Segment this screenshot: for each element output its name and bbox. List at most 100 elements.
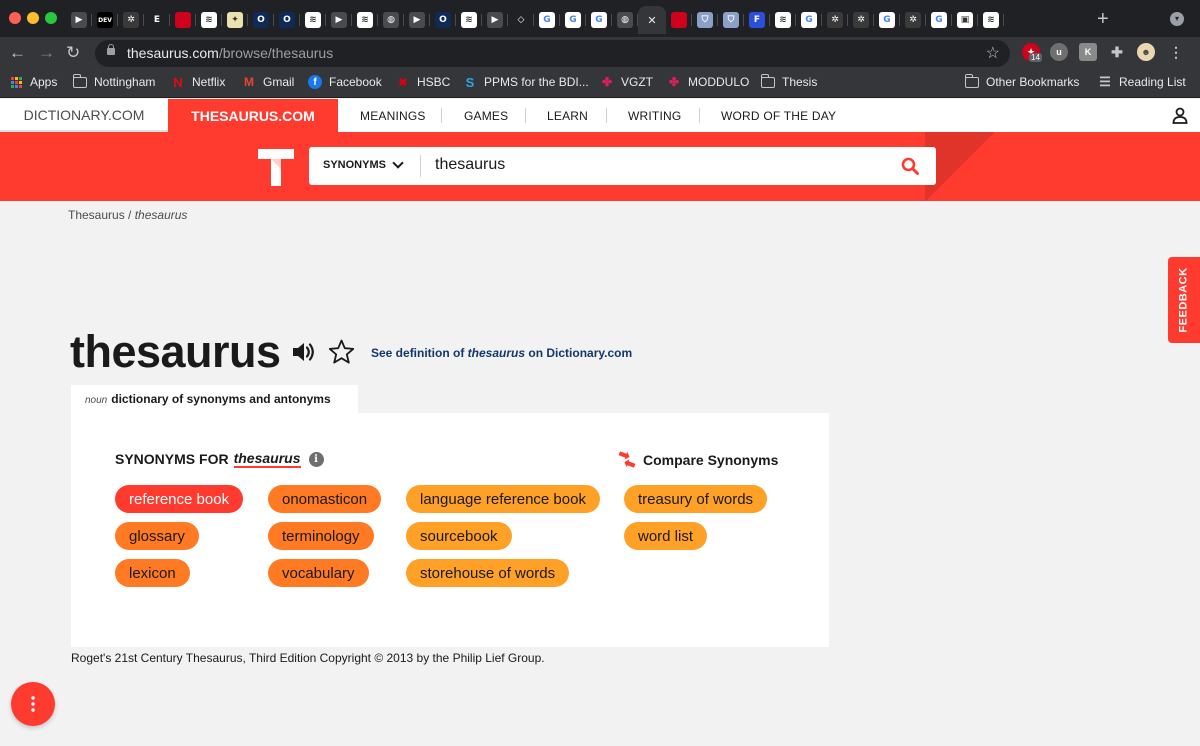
browser-tab[interactable]: G	[874, 6, 900, 34]
reading-list[interactable]: ☰ Reading List	[1098, 74, 1186, 89]
synonym-chip[interactable]: reference book	[115, 485, 244, 513]
bookmark-vgzt[interactable]: ✤ VGZT	[600, 75, 653, 89]
minimize-window-button[interactable]	[27, 12, 39, 24]
reload-icon[interactable]: ↻	[66, 43, 80, 63]
extensions-puzzle-icon[interactable]: ✚	[1108, 43, 1126, 61]
bookmark-thesis[interactable]: Thesis	[760, 73, 817, 89]
bookmark-gmail[interactable]: M Gmail	[242, 75, 294, 89]
browser-tab[interactable]: G	[926, 6, 952, 34]
back-icon[interactable]: ←	[9, 43, 26, 63]
browser-tab[interactable]: G	[534, 6, 560, 34]
feedback-button[interactable]: FEEDBACK	[1168, 257, 1200, 343]
synonym-chip[interactable]: sourcebook	[406, 522, 512, 550]
synonym-chip[interactable]: vocabulary	[268, 559, 369, 587]
synonym-chip[interactable]: storehouse of words	[406, 559, 570, 587]
nav-learn-link[interactable]: LEARN	[547, 109, 588, 123]
search-input[interactable]	[435, 156, 885, 174]
browser-tab[interactable]: ⛉	[692, 6, 718, 34]
bookmark-nottingham[interactable]: Nottingham	[72, 73, 155, 89]
browser-tab[interactable]: G	[560, 6, 586, 34]
browser-tab[interactable]: ✦	[222, 6, 248, 34]
browser-tab[interactable]	[170, 6, 196, 34]
bookmark-apps[interactable]: Apps	[9, 75, 57, 89]
more-options-button[interactable]	[11, 682, 55, 726]
nav-games-link[interactable]: GAMES	[464, 109, 508, 123]
search-icon[interactable]	[901, 157, 919, 175]
synonym-chip[interactable]: word list	[624, 522, 708, 550]
browser-tab[interactable]: F	[744, 6, 770, 34]
browser-tab[interactable]: DEV	[92, 6, 118, 34]
synonym-chip[interactable]: onomasticon	[268, 485, 382, 513]
play-icon: ▶	[331, 12, 347, 28]
synonym-chip[interactable]: terminology	[268, 522, 374, 550]
see-definition-word: thesaurus	[467, 346, 526, 360]
close-window-button[interactable]	[9, 12, 21, 24]
definition-tab[interactable]: noun dictionary of synonyms and antonyms	[71, 385, 358, 413]
browser-tab[interactable]: ⛉	[718, 6, 744, 34]
bookmark-ppms[interactable]: S PPMS for the BDI...	[463, 75, 589, 90]
browser-tab[interactable]: ≋	[300, 6, 326, 34]
browser-tab[interactable]: ▶	[404, 6, 430, 34]
browser-tab[interactable]: ✲	[118, 6, 144, 34]
browser-tab[interactable]: ≋	[456, 6, 482, 34]
browser-tab[interactable]: ≋	[978, 6, 1004, 34]
browser-tab[interactable]: E	[144, 6, 170, 34]
compare-synonyms-button[interactable]: Compare Synonyms	[617, 451, 778, 468]
browser-tab-active[interactable]: ✕	[638, 6, 666, 34]
bookmark-hsbc[interactable]: ✖ HSBC	[396, 75, 450, 89]
user-account-icon[interactable]	[1172, 107, 1188, 124]
info-icon[interactable]: i	[308, 451, 324, 467]
synonym-chip[interactable]: glossary	[115, 522, 199, 550]
browser-tab[interactable]: O	[274, 6, 300, 34]
browser-tab[interactable]: ▶	[326, 6, 352, 34]
nav-word-of-the-day-link[interactable]: WORD OF THE DAY	[721, 109, 836, 123]
nav-thesaurus-link[interactable]: THESAURUS.COM	[168, 99, 338, 132]
bookmark-moddulo[interactable]: ✤ MODDULO	[667, 75, 749, 89]
browser-tab[interactable]: ≋	[196, 6, 222, 34]
bookmark-facebook[interactable]: f Facebook	[308, 75, 382, 89]
browser-tab[interactable]: ✲	[900, 6, 926, 34]
new-tab-button[interactable]: +	[1097, 9, 1109, 29]
browser-tab[interactable]: ▣	[952, 6, 978, 34]
favorite-star-icon[interactable]	[328, 339, 355, 365]
see-definition-link[interactable]: See definition of thesaurus on Dictionar…	[371, 346, 632, 360]
lock-icon[interactable]	[107, 44, 115, 55]
browser-tab[interactable]: ✲	[848, 6, 874, 34]
browser-tab[interactable]: G	[796, 6, 822, 34]
browser-tab[interactable]: ◍	[378, 6, 404, 34]
extension-u-icon[interactable]: u	[1050, 43, 1068, 61]
browser-tab[interactable]: ≋	[770, 6, 796, 34]
close-icon[interactable]: ✕	[644, 12, 660, 28]
url-text[interactable]: thesaurus.com/browse/thesaurus	[127, 45, 333, 61]
maximize-window-button[interactable]	[45, 12, 57, 24]
browser-tab[interactable]: ≋	[352, 6, 378, 34]
browser-tab[interactable]: ▶	[66, 6, 92, 34]
breadcrumb-root-link[interactable]: Thesaurus	[68, 208, 125, 222]
speaker-icon[interactable]	[292, 341, 316, 363]
thesaurus-logo-icon[interactable]	[258, 149, 294, 186]
nav-meanings-link[interactable]: MEANINGS	[360, 109, 426, 123]
browser-tab[interactable]: G	[586, 6, 612, 34]
browser-tab[interactable]	[666, 6, 692, 34]
synonym-chip[interactable]: language reference book	[406, 485, 600, 513]
bookmark-other[interactable]: Other Bookmarks	[964, 73, 1079, 89]
nav-writing-link[interactable]: WRITING	[628, 109, 681, 123]
extension-k-icon[interactable]: K	[1079, 43, 1097, 61]
browser-tab[interactable]: ◇	[508, 6, 534, 34]
search-mode-select[interactable]: SYNONYMS	[323, 156, 404, 171]
nav-dictionary-link[interactable]: DICTIONARY.COM	[0, 99, 168, 132]
browser-tab[interactable]: ▶	[482, 6, 508, 34]
browser-menu-icon[interactable]: ⋮	[1167, 43, 1185, 61]
browser-tab[interactable]: ◍	[612, 6, 638, 34]
tab-search-icon[interactable]: ▾	[1170, 12, 1184, 26]
address-bar[interactable]: thesaurus.com/browse/thesaurus ☆	[95, 40, 1010, 67]
browser-tab[interactable]: O	[248, 6, 274, 34]
browser-tab[interactable]: O	[430, 6, 456, 34]
bookmark-star-icon[interactable]: ☆	[986, 43, 1000, 63]
browser-tab[interactable]: ✲	[822, 6, 848, 34]
profile-avatar[interactable]: ☻	[1137, 43, 1155, 61]
synonym-chip[interactable]: lexicon	[115, 559, 190, 587]
synonym-chip[interactable]: treasury of words	[624, 485, 768, 513]
forward-icon[interactable]: →	[38, 43, 55, 63]
bookmark-netflix[interactable]: N Netflix	[171, 75, 225, 90]
